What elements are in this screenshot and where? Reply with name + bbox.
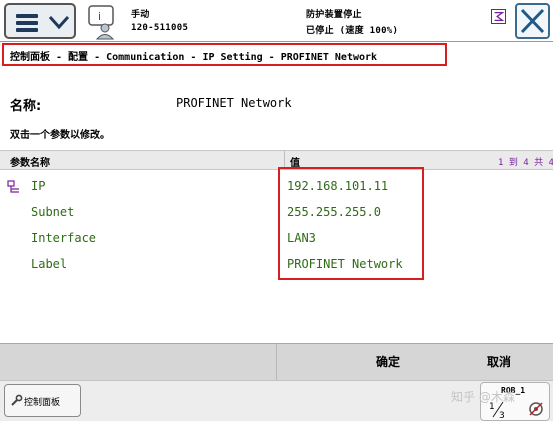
operator-window-icon[interactable]: i [86, 4, 120, 40]
param-name: Interface [31, 231, 97, 245]
taskbar-control-panel-label: 控制面板 [24, 398, 61, 408]
chevron-down-icon [48, 15, 70, 30]
hamburger-icon [16, 14, 38, 32]
column-header-name: 参数名称 [10, 158, 50, 169]
status-bar: i 手动 120-511005 防护装置停止 已停止 (速度 100%) [0, 0, 553, 42]
table-row[interactable]: Subnet 255.255.255.0 [0, 199, 553, 225]
close-button[interactable] [515, 3, 550, 39]
pagination-text: 1 到 4 共 4 [498, 158, 553, 168]
table-row[interactable]: Label PROFINET Network [0, 251, 553, 277]
tree-node-icon [7, 180, 19, 193]
abb-menu-button[interactable] [4, 3, 76, 39]
value-highlight-box [278, 167, 424, 280]
param-name: Label [31, 257, 68, 271]
table-header: 参数名称 值 1 到 4 共 4 [0, 150, 553, 170]
system-name: 120-511005 [131, 23, 189, 33]
param-name: IP [31, 179, 46, 193]
cancel-button[interactable]: 取消 [487, 353, 511, 370]
name-label: 名称: [10, 99, 42, 114]
breadcrumb: 控制面板 - 配置 - Communication - IP Setting -… [2, 43, 447, 66]
status-window-icon[interactable] [491, 9, 506, 24]
close-icon [520, 8, 545, 34]
instruction-text: 双击一个参数以修改。 [10, 130, 110, 141]
taskbar-control-panel[interactable]: 控制面板 [4, 384, 81, 417]
quickset-fraction-bottom: 3 [499, 411, 505, 419]
ok-button[interactable]: 确定 [376, 353, 400, 370]
operating-mode: 手动 [131, 10, 150, 20]
action-divider [276, 344, 277, 381]
table-row[interactable]: IP 192.168.101.11 [0, 173, 553, 199]
name-value: PROFINET Network [176, 96, 292, 110]
safety-status: 防护装置停止 [306, 10, 362, 20]
wrench-icon [11, 394, 23, 406]
svg-text:i: i [98, 10, 101, 23]
table-row[interactable]: Interface LAN3 [0, 225, 553, 251]
gear-icon [529, 402, 543, 416]
motor-status: 已停止 (速度 100%) [306, 26, 399, 36]
watermark: 知乎 @木森 [451, 390, 515, 404]
action-bar: 确定 取消 [0, 343, 553, 381]
param-name: Subnet [31, 205, 75, 219]
